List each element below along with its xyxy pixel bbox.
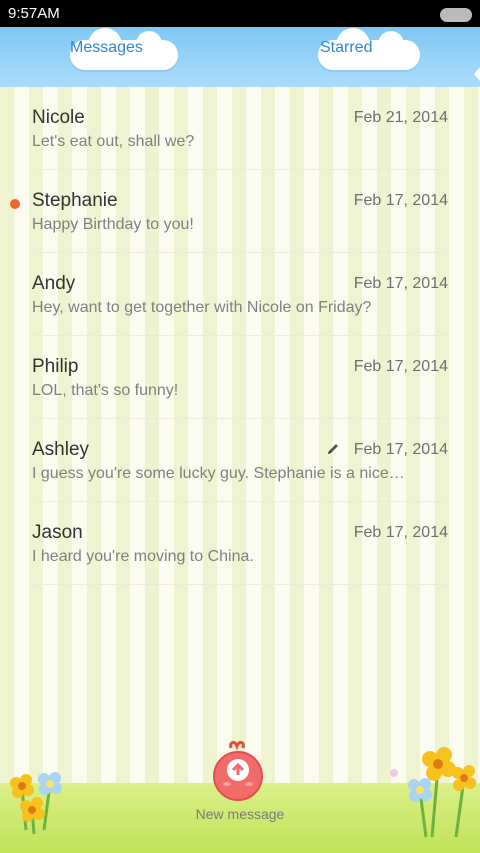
message-date: Feb 17, 2014 — [353, 192, 448, 209]
message-date: Feb 17, 2014 — [353, 275, 448, 292]
conversation-row[interactable]: Stephanie Feb 17, 2014 Happy Birthday to… — [10, 170, 448, 253]
unread-dot-icon — [10, 199, 20, 209]
sender-name: Philip — [32, 356, 79, 377]
message-date: Feb 17, 2014 — [353, 358, 448, 375]
message-preview: Let's eat out, shall we? — [32, 133, 195, 150]
edge-indicator-icon — [474, 67, 480, 81]
status-bar: 9:57AM — [0, 0, 480, 27]
conversation-row[interactable]: Philip Feb 17, 2014 LOL, that's so funny… — [32, 336, 448, 419]
message-preview: Hey, want to get together with Nicole on… — [32, 299, 372, 316]
tab-messages[interactable]: Messages — [70, 39, 143, 57]
message-date: Feb 17, 2014 — [353, 441, 448, 458]
conversation-row[interactable]: Jason Feb 17, 2014 I heard you're moving… — [32, 502, 448, 585]
pencil-icon — [328, 444, 338, 454]
tab-header — [0, 27, 480, 87]
message-preview: I heard you're moving to China. — [32, 548, 254, 565]
message-preview: LOL, that's so funny! — [32, 382, 179, 399]
flower-decoration-icon — [10, 772, 62, 835]
message-preview: I guess you're some lucky guy. Stephanie… — [32, 465, 405, 482]
conversation-row[interactable]: Ashley Feb 17, 2014 I guess you're some … — [32, 419, 448, 502]
sender-name: Stephanie — [32, 190, 118, 211]
conversation-row[interactable]: Nicole Feb 21, 2014 Let's eat out, shall… — [32, 87, 448, 170]
new-message-button[interactable]: New message — [0, 806, 480, 822]
sender-name: Nicole — [32, 107, 85, 128]
message-date: Feb 17, 2014 — [353, 524, 448, 541]
sender-name: Ashley — [32, 439, 90, 460]
conversation-row[interactable]: Andy Feb 17, 2014 Hey, want to get toget… — [32, 253, 448, 336]
tab-starred[interactable]: Starred — [320, 39, 372, 57]
message-preview: Happy Birthday to you! — [32, 216, 194, 233]
message-date: Feb 21, 2014 — [353, 109, 448, 126]
conversation-list: Nicole Feb 21, 2014 Let's eat out, shall… — [0, 87, 480, 585]
sender-name: Andy — [32, 273, 76, 294]
battery-icon — [440, 8, 472, 22]
sender-name: Jason — [32, 522, 83, 543]
compose-icon[interactable] — [207, 740, 269, 802]
flower-decoration-icon — [390, 747, 476, 838]
status-time: 9:57AM — [8, 5, 60, 22]
